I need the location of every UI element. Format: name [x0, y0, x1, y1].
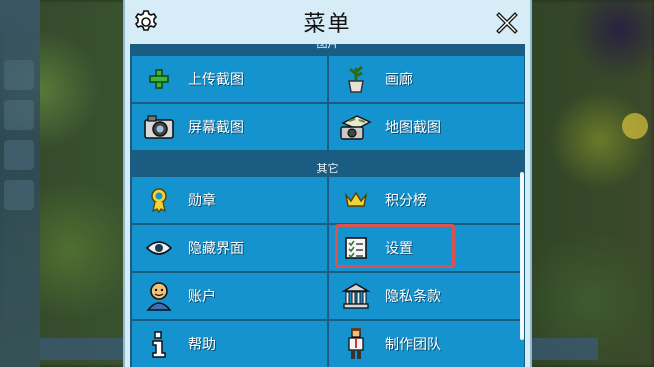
achievements-label: 勋章: [188, 193, 216, 209]
help-label: 帮助: [188, 337, 216, 353]
hide-ui-button[interactable]: 隐藏界面: [132, 225, 327, 271]
settings-label: 设置: [385, 241, 413, 257]
toolbar-button[interactable]: [4, 140, 34, 170]
leaderboard-label: 积分榜: [385, 193, 427, 209]
map-camera-icon: [339, 110, 373, 144]
hide-ui-label: 隐藏界面: [188, 241, 244, 257]
account-button[interactable]: 账户: [132, 273, 327, 319]
gallery-label: 画廊: [385, 72, 413, 88]
toolbar-button[interactable]: [4, 60, 34, 90]
section-label-other: 其它: [316, 162, 339, 175]
camera-icon: [142, 110, 176, 144]
sun-icon: [622, 113, 648, 139]
section-label-pictures: 图片: [130, 44, 525, 53]
credits-label: 制作团队: [385, 337, 441, 353]
close-icon[interactable]: [496, 12, 518, 34]
building-icon: [339, 279, 373, 313]
upload-screenshot-button[interactable]: 上传截图: [132, 56, 327, 102]
privacy-policy-label: 隐私条款: [385, 289, 441, 305]
menu-dialog: 菜单 图片 上传截图: [123, 0, 532, 367]
privacy-policy-button[interactable]: 隐私条款: [329, 273, 524, 319]
user-icon: [142, 279, 176, 313]
leaderboard-button[interactable]: 积分榜: [329, 177, 524, 223]
map-screenshot-button[interactable]: 地图截图: [329, 104, 524, 150]
gallery-button[interactable]: 画廊: [329, 56, 524, 102]
checklist-icon: [339, 231, 373, 265]
left-toolbar: [0, 0, 40, 367]
help-button[interactable]: 帮助: [132, 321, 327, 367]
person-icon: [339, 327, 373, 361]
credits-button[interactable]: 制作团队: [329, 321, 524, 367]
account-label: 账户: [188, 289, 216, 305]
bottom-bar-right: [528, 338, 598, 360]
bottom-bar-left: [40, 338, 130, 360]
map-screenshot-label: 地图截图: [385, 120, 441, 136]
medal-icon: [142, 183, 176, 217]
crown-icon: [339, 183, 373, 217]
toolbar-button[interactable]: [4, 180, 34, 210]
settings-button[interactable]: 设置: [329, 225, 524, 271]
screen-screenshot-label: 屏幕截图: [188, 120, 244, 136]
plant-pot-icon: [339, 62, 373, 96]
scrollbar[interactable]: [520, 172, 524, 340]
plus-icon: [142, 62, 176, 96]
screen-screenshot-button[interactable]: 屏幕截图: [132, 104, 327, 150]
dialog-title: 菜单: [303, 12, 352, 37]
info-icon: [142, 327, 176, 361]
toolbar-button[interactable]: [4, 100, 34, 130]
menu-panel: 图片 上传截图 画廊: [130, 44, 525, 367]
eye-icon: [142, 231, 176, 265]
upload-screenshot-label: 上传截图: [188, 72, 244, 88]
achievements-button[interactable]: 勋章: [132, 177, 327, 223]
